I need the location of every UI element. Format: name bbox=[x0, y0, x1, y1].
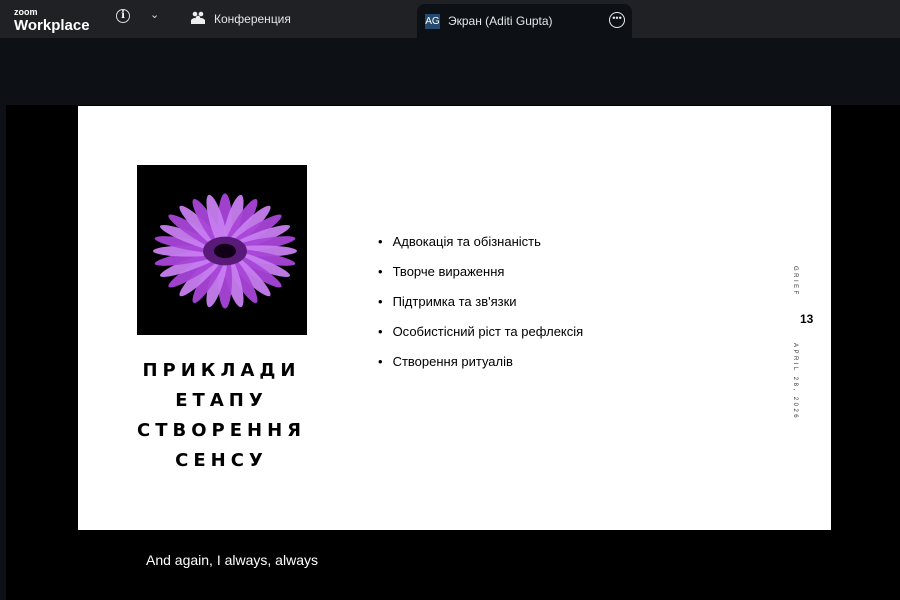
bullet-list: Адвокація та обізнаність Творче вираженн… bbox=[378, 234, 584, 384]
chevron-down-icon[interactable]: ⌄ bbox=[150, 8, 159, 21]
bullet-text: Підтримка та зв'язки bbox=[392, 294, 517, 309]
logo-small: zoom bbox=[14, 7, 38, 17]
list-item: Підтримка та зв'язки bbox=[378, 294, 583, 324]
side-label: GRIEF bbox=[792, 266, 798, 297]
slide-title: ПРИКЛАДИ ЕТАПУ СТВОРЕННЯ СЕНСУ bbox=[118, 356, 325, 476]
title-line: СТВОРЕННЯ bbox=[137, 420, 306, 441]
list-item: Адвокація та обізнаність bbox=[378, 234, 583, 264]
slide: ПРИКЛАДИ ЕТАПУ СТВОРЕННЯ СЕНСУ Адвокація… bbox=[78, 106, 831, 530]
bullet-text: Творче вираження bbox=[392, 264, 505, 279]
flower-image bbox=[137, 165, 307, 335]
title-line: ПРИКЛАДИ bbox=[142, 360, 301, 381]
participants-icon bbox=[190, 11, 206, 28]
title-line: СЕНСУ bbox=[175, 450, 268, 471]
zoom-logo: zoom Workplace bbox=[14, 7, 90, 34]
tab-conference[interactable]: Конференция bbox=[190, 0, 291, 38]
title-line: ЕТАПУ bbox=[175, 390, 268, 411]
logo-large: Workplace bbox=[14, 17, 90, 34]
top-bar: zoom Workplace i ⌄ Конференция AG Экран (… bbox=[0, 0, 900, 38]
info-icon[interactable]: i bbox=[116, 9, 130, 23]
bullet-text: Адвокація та обізнаність bbox=[392, 234, 541, 249]
list-item: Створення ритуалів bbox=[378, 354, 583, 384]
avatar: AG bbox=[425, 13, 440, 29]
page-number: 13 bbox=[800, 312, 814, 326]
list-item: Творче вираження bbox=[378, 264, 583, 294]
tab-label: Конференция bbox=[214, 12, 291, 26]
tab-screen-share[interactable]: AG Экран (Aditi Gupta) ••• bbox=[417, 4, 632, 38]
list-item: Особистісний ріст та рефлексія bbox=[378, 324, 584, 354]
closed-caption: And again, I always, always bbox=[146, 552, 318, 568]
bullet-text: Особистісний ріст та рефлексія bbox=[392, 324, 584, 339]
tab-label: Экран (Aditi Gupta) bbox=[448, 14, 553, 28]
bullet-text: Створення ритуалів bbox=[392, 354, 513, 369]
slide-date: APRIL 28, 2026 bbox=[792, 343, 798, 421]
more-options-icon[interactable]: ••• bbox=[609, 12, 625, 28]
